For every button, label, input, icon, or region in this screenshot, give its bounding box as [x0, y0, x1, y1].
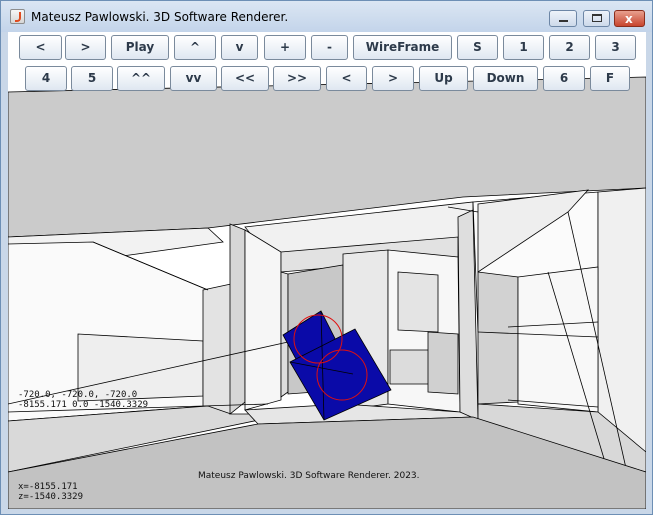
rotate-left-button[interactable]: < — [326, 66, 367, 91]
view-1-button[interactable]: 1 — [503, 35, 544, 60]
java-app-icon — [10, 9, 25, 24]
window-title: Mateusz Pawlowski. 3D Software Renderer. — [31, 10, 289, 24]
right-wall-panel — [477, 271, 519, 405]
move-down-button[interactable]: Down — [473, 66, 538, 91]
pillar-left — [229, 223, 246, 415]
down-arrow-button[interactable]: v — [221, 35, 258, 60]
fast-right-button[interactable]: >> — [273, 66, 321, 91]
fast-up-button[interactable]: ^^ — [117, 66, 165, 91]
corridor-right-box — [389, 349, 431, 385]
corridor-left-wall — [244, 229, 282, 411]
close-button[interactable]: x — [614, 10, 645, 27]
minimize-icon — [559, 20, 568, 22]
view-4-button[interactable]: 4 — [25, 66, 67, 91]
view-5-button[interactable]: 5 — [71, 66, 113, 91]
view-6-button[interactable]: 6 — [543, 66, 585, 91]
coords-readout-line2: -8155.171 0.0 -1540.3329 — [18, 400, 149, 410]
zoom-in-button[interactable]: + — [264, 35, 306, 60]
zoom-out-button[interactable]: - — [311, 35, 348, 60]
right-mid-wall — [517, 266, 599, 413]
maximize-icon — [592, 14, 602, 22]
up-arrow-button[interactable]: ^ — [174, 35, 216, 60]
play-button[interactable]: Play — [111, 35, 169, 60]
s-button[interactable]: S — [457, 35, 498, 60]
corridor-back-column — [427, 331, 459, 395]
minimize-button[interactable] — [549, 10, 577, 27]
f-button[interactable]: F — [590, 66, 630, 91]
left-side-wall — [202, 283, 232, 415]
maximize-button[interactable] — [583, 10, 610, 27]
scene-canvas — [8, 76, 646, 509]
right-button[interactable]: > — [65, 35, 106, 60]
move-up-button[interactable]: Up — [419, 66, 468, 91]
app-window: Mateusz Pawlowski. 3D Software Renderer.… — [0, 0, 653, 515]
fast-left-button[interactable]: << — [221, 66, 269, 91]
position-x-readout: x=-8155.171 — [18, 482, 78, 492]
title-bar[interactable]: Mateusz Pawlowski. 3D Software Renderer.… — [1, 1, 652, 32]
close-icon: x — [625, 12, 633, 26]
view-2-button[interactable]: 2 — [549, 35, 590, 60]
corridor-right-panel — [397, 271, 439, 333]
position-z-readout: z=-1540.3329 — [18, 492, 84, 502]
render-viewport[interactable]: < > Play ^ v + - WireFrame S 1 2 3 4 5 ^… — [8, 32, 646, 509]
fast-down-button[interactable]: vv — [170, 66, 217, 91]
wireframe-button[interactable]: WireFrame — [353, 35, 452, 60]
left-button[interactable]: < — [19, 35, 62, 60]
rotate-right-button[interactable]: > — [372, 66, 414, 91]
coords-readout-line1: -720.0, -720.0, -720.0 — [18, 390, 138, 400]
view-3-button[interactable]: 3 — [595, 35, 636, 60]
footer-caption: Mateusz Pawlowski. 3D Software Renderer.… — [198, 471, 420, 481]
right-far-wall — [597, 187, 646, 453]
